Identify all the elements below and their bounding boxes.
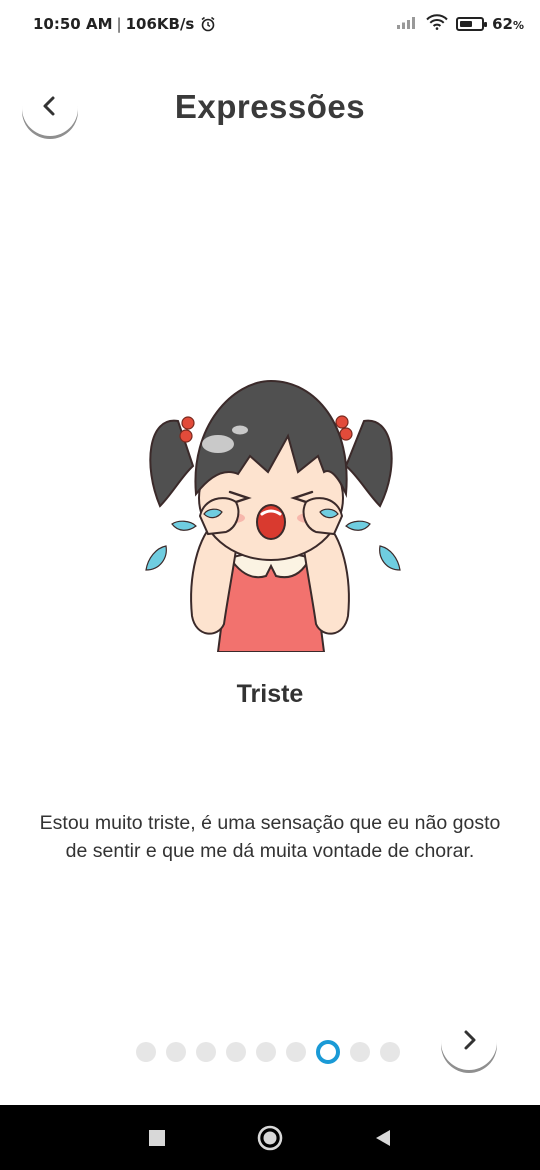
page-dot[interactable]	[256, 1042, 276, 1062]
status-speed: 106KB/s	[125, 15, 195, 33]
page-dot[interactable]	[196, 1042, 216, 1062]
status-separator: |	[116, 15, 122, 33]
page-dot[interactable]	[136, 1042, 156, 1062]
page-dot[interactable]	[380, 1042, 400, 1062]
page-dot[interactable]	[350, 1042, 370, 1062]
chevron-right-icon	[459, 1029, 479, 1055]
page-indicator	[136, 1040, 400, 1064]
status-bar: 10:50 AM | 106KB/s 62%	[0, 0, 540, 50]
home-circle-icon[interactable]	[253, 1105, 287, 1170]
wifi-icon	[426, 14, 448, 34]
battery-icon	[456, 17, 488, 31]
status-time: 10:50 AM	[33, 15, 113, 33]
battery-percent: 62%	[492, 15, 524, 33]
status-left: 10:50 AM | 106KB/s	[33, 15, 216, 33]
page-title: Expressões	[174, 88, 366, 125]
page-dot[interactable]	[286, 1042, 306, 1062]
emotion-name: Triste	[236, 680, 304, 708]
alarm-icon	[200, 16, 216, 32]
page-dot[interactable]	[166, 1042, 186, 1062]
page-dot-active[interactable]	[316, 1040, 340, 1064]
status-right: 62%	[396, 14, 524, 34]
next-button[interactable]	[441, 1014, 497, 1070]
recent-apps-square-icon[interactable]	[140, 1105, 174, 1170]
signal-icon	[396, 15, 418, 33]
back-triangle-icon[interactable]	[366, 1105, 400, 1170]
page-dot[interactable]	[226, 1042, 246, 1062]
system-nav-bar	[0, 1105, 540, 1170]
crying-girl-illustration	[138, 376, 404, 653]
emotion-description: Estou muito triste, é uma sensação que e…	[39, 812, 501, 862]
